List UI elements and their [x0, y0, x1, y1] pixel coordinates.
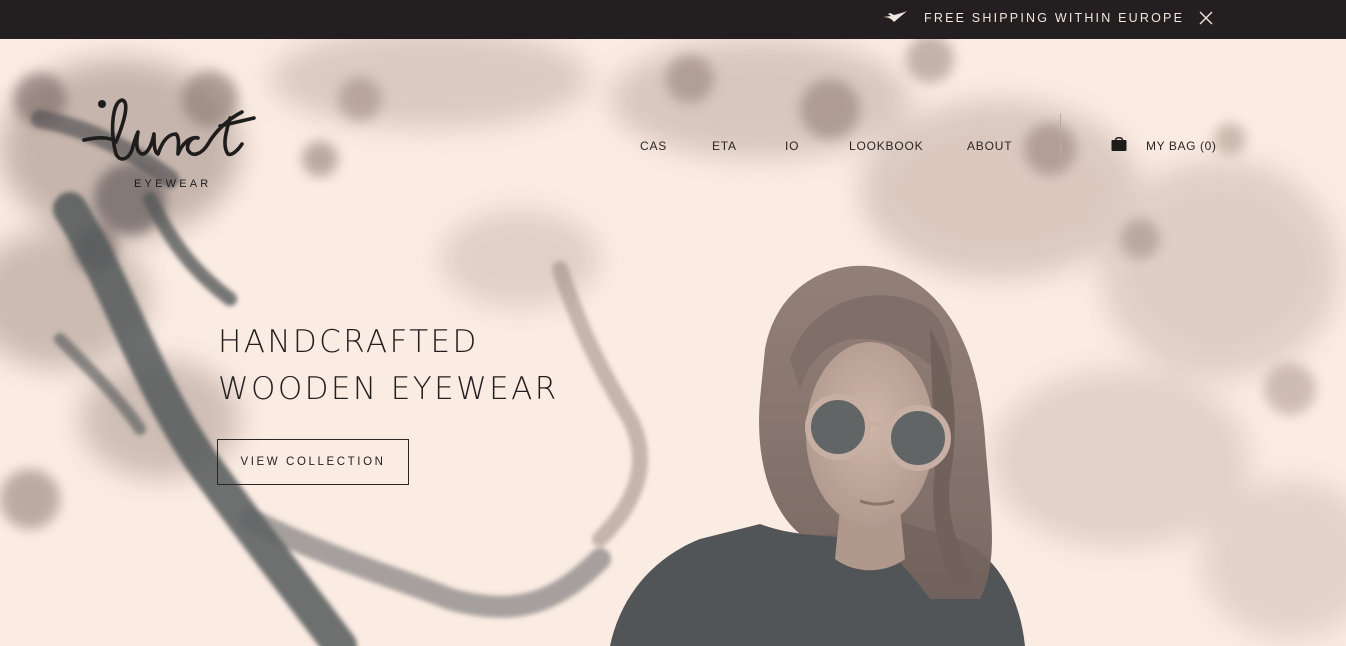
nav-item-about[interactable]: ABOUT: [967, 139, 1012, 153]
logo-subtitle: EYEWEAR: [134, 178, 212, 190]
shopping-bag-icon: [1111, 136, 1127, 151]
nav-item-lookbook[interactable]: LOOKBOOK: [849, 139, 923, 153]
view-collection-button[interactable]: VIEW COLLECTION: [217, 439, 409, 485]
announcement-bar: FREE SHIPPING WITHIN EUROPE: [0, 0, 1346, 39]
logo-script: [82, 98, 256, 161]
hero-headline-line-2: WOODEN EYEWEAR: [218, 371, 559, 407]
nav-item-io[interactable]: IO: [785, 139, 799, 153]
nav-item-cas[interactable]: CAS: [640, 139, 667, 153]
page: FREE SHIPPING WITHIN EUROPE EYEWEAR CAS …: [0, 0, 1346, 646]
nav-divider: [1060, 114, 1061, 174]
nav-item-eta[interactable]: ETA: [712, 139, 737, 153]
my-bag-label: MY BAG (0): [1146, 139, 1217, 153]
hero-headline-line-1: HANDCRAFTED: [218, 324, 479, 360]
announcement-text: FREE SHIPPING WITHIN EUROPE: [924, 11, 1185, 25]
main-nav: CAS ETA IO LOOKBOOK ABOUT: [0, 139, 1346, 155]
hero-headline: HANDCRAFTED WOODEN EYEWEAR: [218, 319, 559, 413]
close-icon[interactable]: [1198, 10, 1214, 26]
plane-icon: [883, 11, 907, 22]
